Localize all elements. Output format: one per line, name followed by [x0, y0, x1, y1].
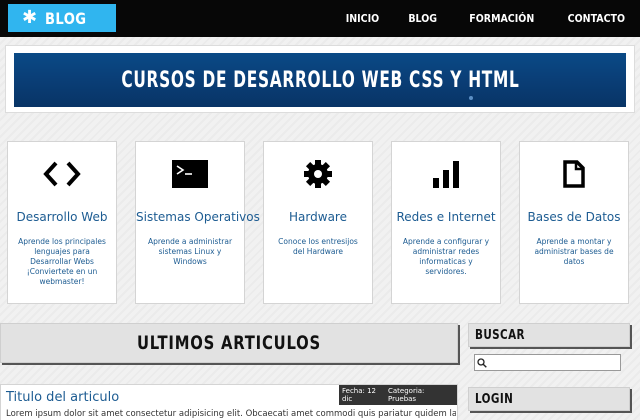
card-redes-internet[interactable]: Redes e Internet Aprende a configurar y …	[391, 141, 501, 304]
card-title: Hardware	[289, 210, 347, 224]
article-title[interactable]: Titulo del articulo	[6, 390, 119, 405]
banner-title: CURSOS DE DESARROLLO WEB CSS Y HTML	[120, 67, 520, 93]
banner-frame: CURSOS DE DESARROLLO WEB CSS Y HTML	[5, 45, 635, 113]
card-title: Desarrollo Web	[16, 210, 108, 224]
code-icon	[8, 158, 116, 190]
nav-item-formacion[interactable]: FORMACIÓN	[459, 12, 545, 25]
document-icon	[520, 158, 628, 190]
card-title: Bases de Datos	[527, 210, 621, 224]
card-desarrollo-web[interactable]: Desarrollo Web Aprende los principales l…	[7, 141, 117, 304]
hero-banner: CURSOS DE DESARROLLO WEB CSS Y HTML	[14, 53, 626, 107]
logo-text: BLOG	[45, 8, 87, 28]
search-icon	[475, 355, 489, 370]
terminal-icon	[136, 158, 244, 190]
gear-icon	[264, 158, 372, 190]
card-description: Conoce los entresijos del Hardware	[278, 237, 358, 256]
latest-articles-heading: ULTIMOS ARTICULOS	[0, 323, 458, 363]
search-input[interactable]	[489, 355, 620, 370]
article-excerpt: Lorem ipsum dolor sit amet consectetur a…	[6, 409, 456, 419]
login-widget-heading: LOGIN	[468, 387, 630, 411]
search-widget-heading: BUSCAR	[468, 323, 630, 347]
article-card: Titulo del articulo Fecha: 12 dic Catego…	[0, 384, 458, 420]
card-description: Aprende a configurar y administrar redes…	[402, 237, 490, 276]
article-date: Fecha: 12 dic	[342, 387, 377, 403]
card-description: Aprende los principales lenguajes para D…	[18, 237, 106, 286]
card-sistemas-operativos[interactable]: Sistemas Operativos Aprende a administra…	[135, 141, 260, 304]
card-description: Aprende a montar y administrar bases de …	[534, 237, 614, 266]
search-title: BUSCAR	[475, 327, 525, 343]
slider-dot[interactable]	[469, 96, 473, 100]
nav-item-inicio[interactable]: INICIO	[336, 12, 390, 25]
login-title: LOGIN	[475, 391, 514, 407]
card-description: Aprende a administrar sistemas Linux y W…	[147, 237, 233, 266]
gear-icon: ✱	[22, 7, 38, 28]
main-nav: INICIO BLOG FORMACIÓN CONTACTO	[331, 0, 640, 37]
card-hardware[interactable]: Hardware Conoce los entresijos del Hardw…	[263, 141, 373, 304]
nav-item-contacto[interactable]: CONTACTO	[558, 12, 636, 25]
search-box[interactable]	[474, 354, 621, 371]
card-title: Sistemas Operativos	[136, 210, 260, 224]
blog-logo[interactable]: ✱ BLOG	[8, 4, 116, 32]
article-category[interactable]: Categoria: Pruebas	[388, 387, 454, 403]
nav-item-blog[interactable]: BLOG	[398, 12, 447, 25]
top-header: ✱ BLOG INICIO BLOG FORMACIÓN CONTACTO	[0, 0, 640, 37]
article-meta: Fecha: 12 dic Categoria: Pruebas	[339, 385, 457, 405]
card-title: Redes e Internet	[396, 210, 496, 224]
card-bases-datos[interactable]: Bases de Datos Aprende a montar y admini…	[519, 141, 629, 304]
section-title-text: ULTIMOS ARTICULOS	[136, 332, 322, 354]
signal-bars-icon	[392, 158, 500, 190]
